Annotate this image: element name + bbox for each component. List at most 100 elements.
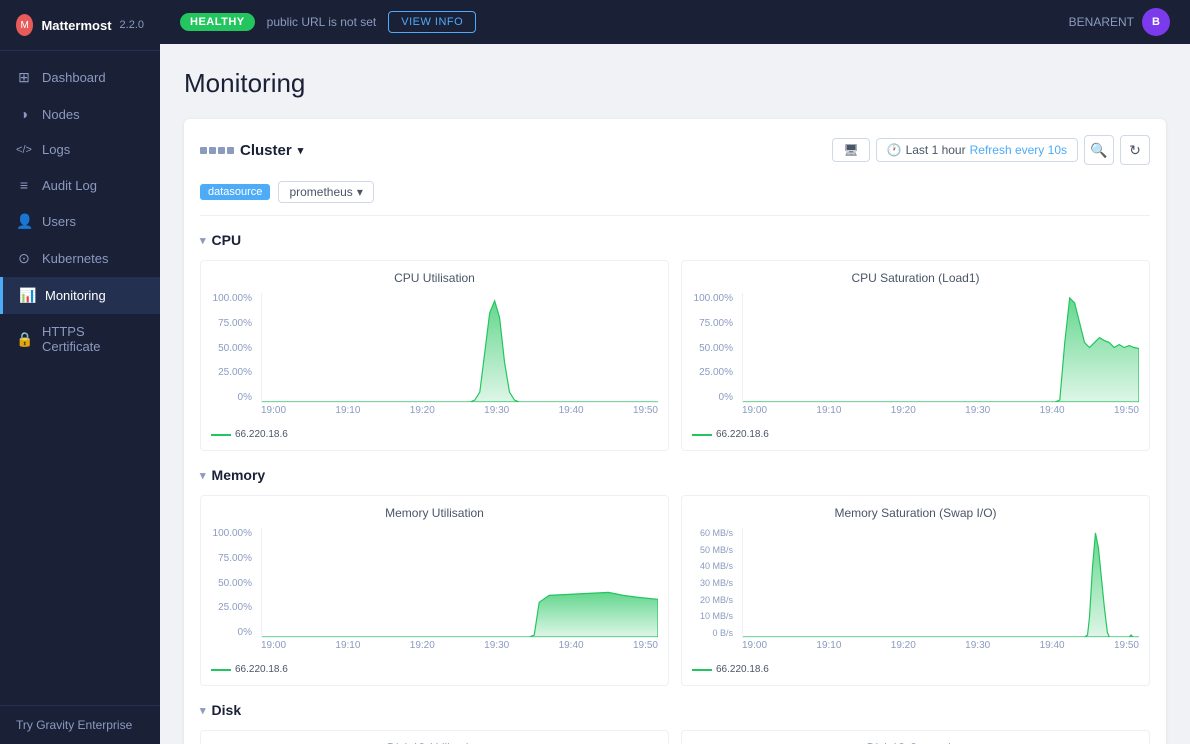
cpu-util-legend: 66.220.18.6 — [211, 429, 658, 440]
view-info-button[interactable]: VIEW INFO — [388, 11, 476, 33]
dropdown-chevron-icon: ▾ — [357, 185, 363, 199]
cpu-util-legend-label: 66.220.18.6 — [235, 429, 288, 440]
time-range-label: Last 1 hour — [906, 143, 966, 157]
legend-line — [211, 669, 231, 671]
topbar: HEALTHY public URL is not set VIEW INFO … — [160, 0, 1190, 44]
clock-icon: 🕐 — [887, 143, 902, 157]
sidebar-item-label: Logs — [42, 142, 70, 157]
refresh-button[interactable]: ↻ — [1120, 135, 1150, 165]
disk-charts-grid: Disk IO Utilisation 100.00%75.00%50.00%2… — [200, 730, 1150, 744]
page-title: Monitoring — [184, 68, 1166, 99]
sidebar-item-logs[interactable]: </> Logs — [0, 132, 160, 167]
memory-section-header[interactable]: ▾ Memory — [200, 467, 1150, 483]
panel-header: Cluster ▾ 🖥 🕐 Last 1 hour Refresh every … — [200, 135, 1150, 165]
main-area: HEALTHY public URL is not set VIEW INFO … — [160, 0, 1190, 744]
sidebar-item-users[interactable]: 👤 Users — [0, 203, 160, 240]
cluster-icon — [200, 147, 234, 154]
https-certificate-icon: 🔒 — [16, 331, 32, 348]
cluster-selector[interactable]: Cluster ▾ — [200, 142, 303, 159]
mem-sat-chart-body — [742, 528, 1139, 638]
search-icon: 🔍 — [1090, 142, 1107, 159]
memory-saturation-chart: Memory Saturation (Swap I/O) 60 MB/s50 M… — [681, 495, 1150, 686]
sidebar-footer-gravity[interactable]: Try Gravity Enterprise — [0, 705, 160, 744]
memory-chevron-icon: ▾ — [200, 469, 206, 482]
mem-util-chart-body — [261, 528, 658, 638]
cpu-charts-grid: CPU Utilisation 100.00%75.00%50.00%25.00… — [200, 260, 1150, 451]
sidebar-nav: ⊞ Dashboard ◑ Nodes </> Logs ≡ Audit Log… — [0, 51, 160, 705]
cluster-label: Cluster — [240, 142, 292, 159]
app-version: 2.2.0 — [120, 19, 144, 31]
datasource-value: prometheus — [289, 185, 352, 199]
mem-util-legend: 66.220.18.6 — [211, 664, 658, 675]
cpu-utilisation-area: 100.00%75.00%50.00%25.00%0% — [211, 293, 658, 423]
logs-icon: </> — [16, 144, 32, 156]
screen-icon: 🖥 — [843, 143, 858, 157]
memory-utilisation-chart: Memory Utilisation 100.00%75.00%50.00%25… — [200, 495, 669, 686]
memory-utilisation-title: Memory Utilisation — [211, 506, 658, 520]
audit-log-icon: ≡ — [16, 177, 32, 193]
sidebar-item-label: HTTPS Certificate — [42, 324, 144, 354]
mem-sat-legend: 66.220.18.6 — [692, 664, 1139, 675]
disk-io-utilisation-chart: Disk IO Utilisation 100.00%75.00%50.00%2… — [200, 730, 669, 744]
dashboard-icon: ⊞ — [16, 69, 32, 86]
memory-utilisation-area: 100.00%75.00%50.00%25.00%0% — [211, 528, 658, 658]
users-icon: 👤 — [16, 213, 32, 230]
mem-util-xaxis: 19:0019:1019:2019:3019:4019:50 — [261, 640, 658, 658]
mem-util-legend-label: 66.220.18.6 — [235, 664, 288, 675]
sidebar-item-label: Nodes — [42, 107, 80, 122]
monitoring-icon: 📊 — [19, 287, 35, 304]
sidebar-item-dashboard[interactable]: ⊞ Dashboard — [0, 59, 160, 96]
sidebar-item-https-certificate[interactable]: 🔒 HTTPS Certificate — [0, 314, 160, 364]
cpu-sat-chart-body — [742, 293, 1139, 403]
disk-section-header[interactable]: ▾ Disk — [200, 702, 1150, 718]
sidebar: M Mattermost 2.2.0 ⊞ Dashboard ◑ Nodes <… — [0, 0, 160, 744]
legend-line — [692, 669, 712, 671]
nodes-icon: ◑ — [16, 106, 32, 122]
sidebar-item-label: Users — [42, 214, 76, 229]
sidebar-logo: M Mattermost 2.2.0 — [0, 0, 160, 51]
sidebar-item-label: Kubernetes — [42, 251, 109, 266]
username-label: BENARENT — [1069, 15, 1134, 29]
content-area: Monitoring Cluster ▾ 🖥 🕐 La — [160, 44, 1190, 744]
screen-button[interactable]: 🖥 — [832, 138, 869, 162]
health-status-badge: HEALTHY — [180, 13, 255, 31]
memory-section-label: Memory — [212, 467, 266, 483]
user-avatar: B — [1142, 8, 1170, 36]
public-url-notice: public URL is not set — [267, 15, 377, 29]
mem-util-yaxis: 100.00%75.00%50.00%25.00%0% — [211, 528, 256, 638]
search-button[interactable]: 🔍 — [1084, 135, 1114, 165]
refresh-label: Refresh every 10s — [970, 143, 1067, 157]
sidebar-item-audit-log[interactable]: ≡ Audit Log — [0, 167, 160, 203]
kubernetes-icon: ⊙ — [16, 250, 32, 267]
cpu-saturation-area: 100.00%75.00%50.00%25.00%0% — [692, 293, 1139, 423]
cpu-chevron-icon: ▾ — [200, 234, 206, 247]
topbar-user: BENARENT B — [1069, 8, 1170, 36]
cpu-sat-xaxis: 19:0019:1019:2019:3019:4019:50 — [742, 405, 1139, 423]
sidebar-item-kubernetes[interactable]: ⊙ Kubernetes — [0, 240, 160, 277]
memory-charts-grid: Memory Utilisation 100.00%75.00%50.00%25… — [200, 495, 1150, 686]
mem-sat-xaxis: 19:0019:1019:2019:3019:4019:50 — [742, 640, 1139, 658]
cpu-util-chart-body — [261, 293, 658, 403]
panel-controls: 🖥 🕐 Last 1 hour Refresh every 10s 🔍 ↻ — [832, 135, 1150, 165]
memory-saturation-title: Memory Saturation (Swap I/O) — [692, 506, 1139, 520]
sidebar-item-monitoring[interactable]: 📊 Monitoring — [0, 277, 160, 314]
cpu-sat-legend: 66.220.18.6 — [692, 429, 1139, 440]
sidebar-footer-label: Try Gravity Enterprise — [16, 718, 132, 732]
cluster-chevron-icon: ▾ — [298, 144, 304, 157]
disk-section-label: Disk — [212, 702, 242, 718]
sidebar-item-nodes[interactable]: ◑ Nodes — [0, 96, 160, 132]
mem-sat-legend-label: 66.220.18.6 — [716, 664, 769, 675]
cpu-saturation-chart: CPU Saturation (Load1) 100.00%75.00%50.0… — [681, 260, 1150, 451]
time-range-button[interactable]: 🕐 Last 1 hour Refresh every 10s — [876, 138, 1078, 162]
cpu-section-header[interactable]: ▾ CPU — [200, 232, 1150, 248]
cpu-util-yaxis: 100.00%75.00%50.00%25.00%0% — [211, 293, 256, 403]
datasource-bar: datasource prometheus ▾ — [200, 181, 1150, 216]
memory-saturation-area: 60 MB/s50 MB/s40 MB/s30 MB/s20 MB/s10 MB… — [692, 528, 1139, 658]
mem-sat-yaxis: 60 MB/s50 MB/s40 MB/s30 MB/s20 MB/s10 MB… — [692, 528, 737, 638]
datasource-dropdown[interactable]: prometheus ▾ — [278, 181, 373, 203]
sidebar-item-label: Monitoring — [45, 288, 106, 303]
cpu-saturation-title: CPU Saturation (Load1) — [692, 271, 1139, 285]
legend-line — [211, 434, 231, 436]
cpu-util-xaxis: 19:0019:1019:2019:3019:4019:50 — [261, 405, 658, 423]
app-name: Mattermost — [41, 18, 111, 33]
